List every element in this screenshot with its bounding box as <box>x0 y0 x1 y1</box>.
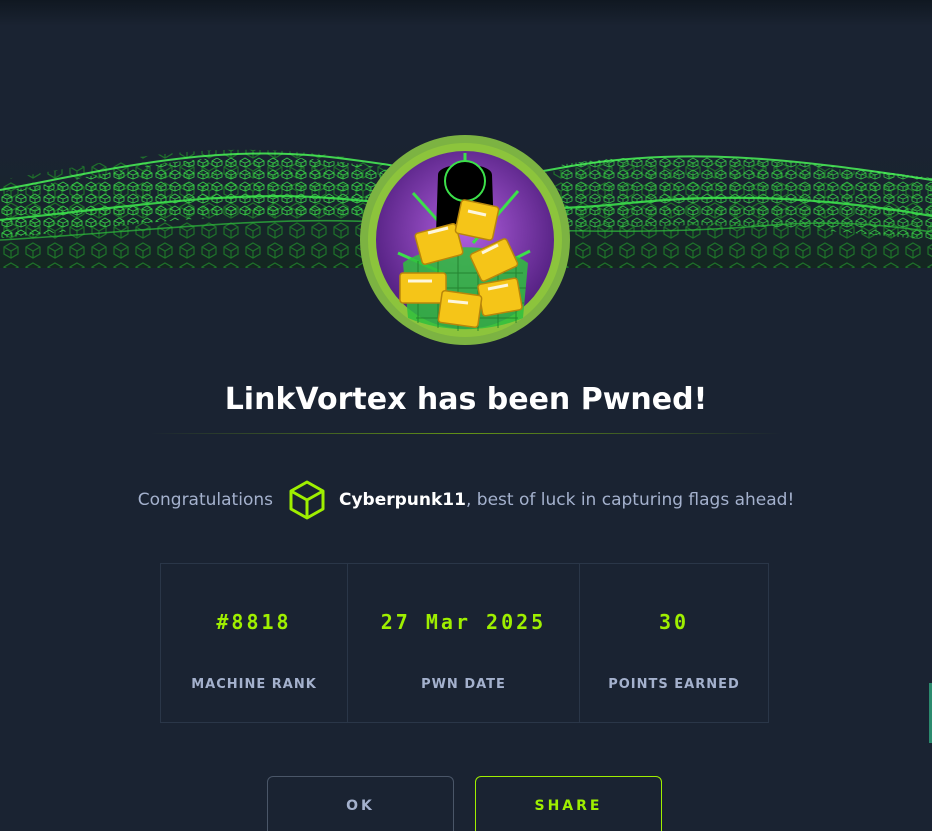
machine-avatar <box>360 135 570 345</box>
stat-points-earned: 30 POINTS EARNED <box>579 564 768 722</box>
stats-panel: #8818 MACHINE RANK 27 Mar 2025 PWN DATE … <box>160 563 769 723</box>
stat-pwn-date: 27 Mar 2025 PWN DATE <box>347 564 579 722</box>
congrats-suffix: , best of luck in capturing flags ahead! <box>465 490 795 510</box>
stat-value: #8818 <box>216 610 292 634</box>
pwned-dialog: LinkVortex has been Pwned! Congratulatio… <box>0 0 932 831</box>
user-cube-icon <box>289 480 325 520</box>
username-link[interactable]: Cyberpunk11 <box>339 490 466 510</box>
pwned-title: LinkVortex has been Pwned! <box>224 382 708 417</box>
stat-label: POINTS EARNED <box>608 677 740 692</box>
top-shade <box>0 0 932 26</box>
stat-label: PWN DATE <box>421 677 506 692</box>
ok-button[interactable]: OK <box>267 776 454 831</box>
congrats-message: Congratulations Cyberpunk11 , best of lu… <box>0 476 932 524</box>
share-button[interactable]: SHARE <box>475 776 662 831</box>
stat-value: 30 <box>658 610 690 634</box>
congrats-prefix: Congratulations <box>137 490 273 510</box>
stat-value: 27 Mar 2025 <box>380 610 547 634</box>
stat-label: MACHINE RANK <box>191 677 317 692</box>
title-divider <box>150 433 782 434</box>
stat-machine-rank: #8818 MACHINE RANK <box>161 564 347 722</box>
